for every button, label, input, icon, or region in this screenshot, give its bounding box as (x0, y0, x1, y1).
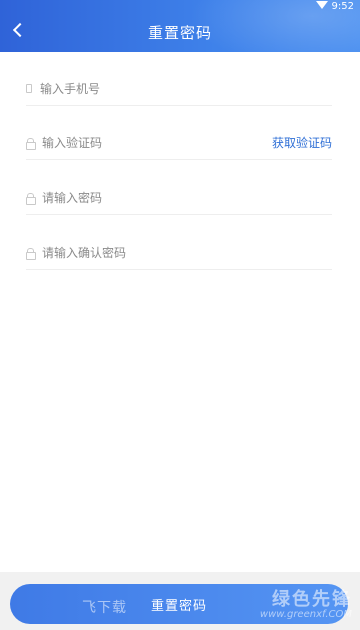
code-row: 获取验证码 (26, 126, 332, 160)
password-row (26, 181, 332, 215)
phone-input[interactable] (40, 73, 332, 104)
reset-password-button[interactable]: 重置密码 (10, 584, 348, 624)
lock-icon (26, 192, 36, 205)
app-header: 9:52 重置密码 (0, 0, 360, 52)
confirm-password-row (26, 236, 332, 270)
phone-icon (26, 84, 32, 93)
page-title: 重置密码 (147, 24, 212, 42)
code-input[interactable] (42, 127, 266, 158)
get-code-button[interactable]: 获取验证码 (272, 134, 332, 151)
lock-icon (26, 247, 36, 260)
wifi-icon (315, 1, 328, 9)
phone-row (26, 72, 332, 106)
status-time: 9:52 (331, 0, 354, 12)
confirm-password-input[interactable] (42, 237, 332, 268)
status-bar: 9:52 (315, 0, 354, 12)
password-input[interactable] (42, 182, 332, 213)
lock-icon (26, 137, 36, 150)
